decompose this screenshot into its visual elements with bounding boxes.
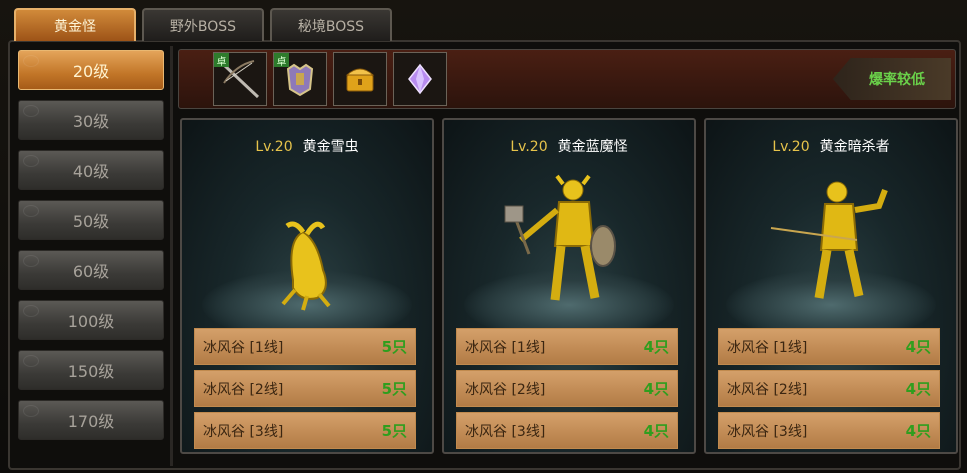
- level-button-100[interactable]: 100级: [18, 300, 164, 340]
- spawn-location: 冰风谷 [1线]: [727, 339, 808, 356]
- spawn-row[interactable]: 冰风谷 [2线] 4只: [718, 370, 940, 407]
- spawn-location: 冰风谷 [2线]: [203, 381, 284, 398]
- swirl-ornament: [23, 155, 39, 167]
- spawn-location: 冰风谷 [3线]: [465, 423, 546, 440]
- spawn-location: 冰风谷 [2线]: [465, 381, 546, 398]
- spawn-row[interactable]: 冰风谷 [2线] 4只: [456, 370, 678, 407]
- reward-slot-gem[interactable]: [393, 52, 447, 106]
- swirl-ornament: [23, 405, 39, 417]
- monster-name: 黄金蓝魔怪: [557, 139, 628, 155]
- monster-card-1: Lv.20 黄金雪虫 冰风谷 [1线] 5只 冰风谷 [2线] 5只 冰风谷 [3线]…: [180, 118, 434, 454]
- level-label: 40级: [72, 162, 110, 181]
- spawn-count: 4只: [905, 422, 931, 440]
- swirl-ornament: [23, 355, 39, 367]
- level-button-150[interactable]: 150级: [18, 350, 164, 390]
- swirl-ornament: [23, 105, 39, 117]
- level-label: 150级: [67, 362, 115, 381]
- monster-name: 黄金暗杀者: [819, 139, 890, 155]
- level-button-20[interactable]: 20级: [18, 50, 164, 90]
- tab-secret-boss[interactable]: 秘境BOSS: [270, 8, 392, 41]
- spawn-row[interactable]: 冰风谷 [3线] 4只: [456, 412, 678, 449]
- golden-assassin-sprite: [770, 181, 888, 299]
- level-label: 170级: [67, 412, 115, 431]
- spawn-count: 4只: [643, 422, 669, 440]
- level-label: 20级: [72, 62, 110, 81]
- monster-card-3: Lv.20 黄金暗杀者 冰风谷 [1线] 4只 冰风谷 [2线] 4只 冰风谷 [3线…: [704, 118, 958, 454]
- spawn-row[interactable]: 冰风谷 [3线] 5只: [194, 412, 416, 449]
- panel-divider: [170, 46, 173, 466]
- spawn-row[interactable]: 冰风谷 [1线] 4只: [456, 328, 678, 365]
- level-button-170[interactable]: 170级: [18, 400, 164, 440]
- reward-slot-chest[interactable]: [333, 52, 387, 106]
- spawn-row[interactable]: 冰风谷 [3线] 4只: [718, 412, 940, 449]
- tab-golden-monster[interactable]: 黄金怪: [14, 8, 136, 41]
- reward-slot-crossbow[interactable]: 卓: [213, 52, 267, 106]
- monster-name: 黄金雪虫: [302, 139, 359, 155]
- swirl-ornament: [23, 205, 39, 217]
- monster-title: Lv.20 黄金暗杀者: [706, 136, 956, 156]
- golden-blue-demon-sprite: [504, 174, 616, 301]
- monster-level: Lv.20: [255, 139, 293, 155]
- level-button-60[interactable]: 60级: [18, 250, 164, 290]
- spawn-row[interactable]: 冰风谷 [2线] 5只: [194, 370, 416, 407]
- spawn-count: 4只: [643, 338, 669, 356]
- level-label: 50级: [72, 212, 110, 231]
- excellent-badge: 卓: [274, 53, 289, 68]
- monster-level: Lv.20: [510, 139, 548, 155]
- spawn-location: 冰风谷 [3线]: [203, 423, 284, 440]
- swirl-ornament: [23, 255, 39, 267]
- swirl-ornament: [23, 305, 39, 317]
- swirl-ornament: [23, 55, 39, 67]
- spawn-location: 冰风谷 [1线]: [203, 339, 284, 356]
- purple-gem-icon: [408, 63, 432, 95]
- drop-rate-label: 爆率较低: [833, 58, 951, 100]
- spawn-count: 5只: [381, 380, 407, 398]
- tab-bar: 黄金怪 野外BOSS 秘境BOSS: [14, 8, 392, 41]
- monster-title: Lv.20 黄金蓝魔怪: [444, 136, 694, 156]
- level-button-50[interactable]: 50级: [18, 200, 164, 240]
- spawn-row[interactable]: 冰风谷 [1线] 5只: [194, 328, 416, 365]
- spawn-count: 5只: [381, 338, 407, 356]
- spawn-count: 4只: [905, 338, 931, 356]
- spawn-count: 5只: [381, 422, 407, 440]
- tab-field-boss[interactable]: 野外BOSS: [142, 8, 264, 41]
- treasure-chest-icon: [345, 68, 375, 92]
- monster-title: Lv.20 黄金雪虫: [182, 136, 432, 156]
- reward-slot-armor[interactable]: 卓: [273, 52, 327, 106]
- monster-card-2: Lv.20 黄金蓝魔怪 冰风谷 [1线] 4只 冰风谷 [2线] 4只 冰风谷 [3线…: [442, 118, 696, 454]
- spawn-count: 4只: [643, 380, 669, 398]
- spawn-location: 冰风谷 [1线]: [465, 339, 546, 356]
- golden-snow-worm-sprite: [281, 221, 331, 311]
- level-list: 20级 30级 40级 50级 60级 100级 150级 170级: [18, 50, 166, 450]
- level-label: 100级: [67, 312, 115, 331]
- level-button-30[interactable]: 30级: [18, 100, 164, 140]
- level-label: 60级: [72, 262, 110, 281]
- spawn-location: 冰风谷 [2线]: [727, 381, 808, 398]
- spawn-row[interactable]: 冰风谷 [1线] 4只: [718, 328, 940, 365]
- spawn-count: 4只: [905, 380, 931, 398]
- level-button-40[interactable]: 40级: [18, 150, 164, 190]
- spawn-location: 冰风谷 [3线]: [727, 423, 808, 440]
- reward-strip: 卓 卓 爆率较低: [178, 49, 956, 109]
- excellent-badge: 卓: [214, 53, 229, 68]
- level-label: 30级: [72, 112, 110, 131]
- monster-level: Lv.20: [772, 139, 810, 155]
